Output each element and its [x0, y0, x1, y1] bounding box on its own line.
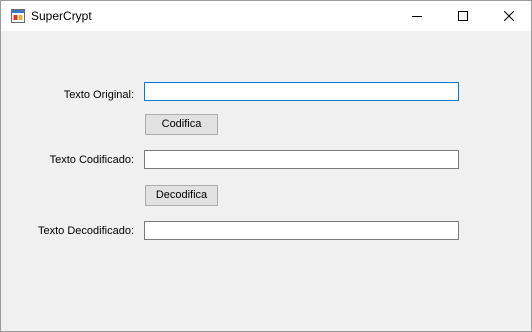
encoded-text-label: Texto Codificado:	[49, 154, 134, 166]
original-text-input[interactable]	[144, 82, 459, 101]
decoded-text-label: Texto Decodificado:	[38, 225, 134, 237]
decode-button[interactable]: Decodifica	[145, 185, 218, 206]
app-window-icon[interactable]	[11, 9, 25, 23]
close-button[interactable]	[487, 1, 531, 31]
app-window: SuperCrypt Texto Original: Codifica Text…	[0, 0, 532, 332]
title-bar[interactable]: SuperCrypt	[1, 1, 531, 31]
maximize-icon	[458, 11, 468, 21]
minimize-icon	[412, 16, 422, 17]
encoded-text-input[interactable]	[144, 150, 459, 169]
original-text-label: Texto Original:	[63, 89, 134, 101]
decoded-text-input[interactable]	[144, 221, 459, 240]
form-client-area: Texto Original: Codifica Texto Codificad…	[1, 31, 531, 331]
window-title: SuperCrypt	[31, 9, 92, 23]
maximize-button[interactable]	[441, 1, 485, 31]
encode-button[interactable]: Codifica	[145, 114, 218, 135]
close-icon	[504, 11, 514, 21]
minimize-button[interactable]	[395, 1, 439, 31]
